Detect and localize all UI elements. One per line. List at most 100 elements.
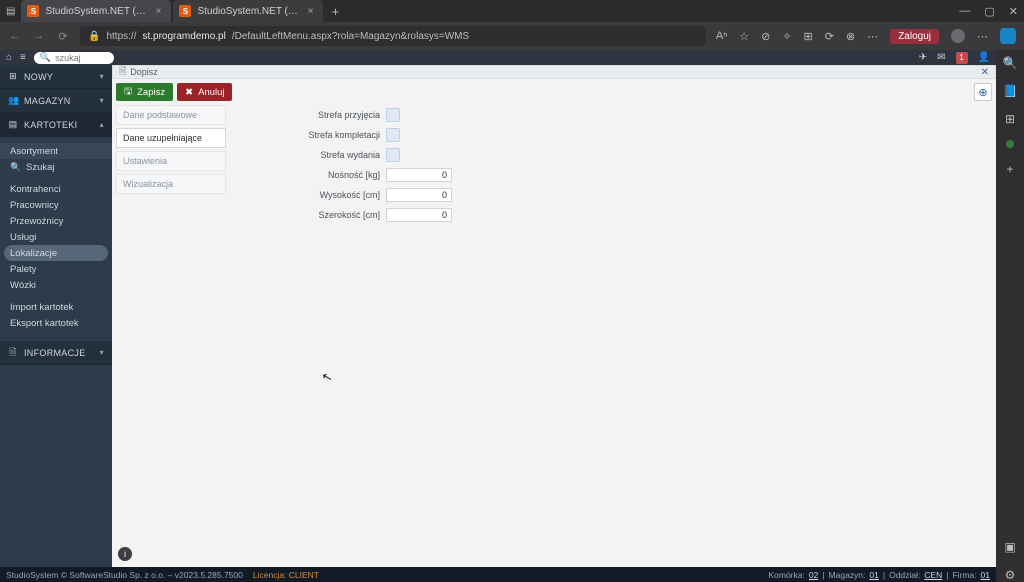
sidebar-item-kontrahenci[interactable]: Kontrahenci [0,181,112,197]
sidebar-item-wozki[interactable]: Wózki [0,277,112,293]
label-szerokosc: Szerokość [cm] [270,210,380,220]
user-icon[interactable]: 👤 [978,52,990,63]
menu-toggle-icon[interactable]: ≡ [20,52,26,63]
favorite-icon[interactable]: ☆ [739,30,749,43]
app-search[interactable]: 🔍 szukaj [34,52,114,64]
rail-settings-icon[interactable]: ⚙ [1005,568,1016,582]
label-strefa-wydania: Strefa wydania [270,150,380,160]
label-nosnosc: Nośność [kg] [270,170,380,180]
chevron-down-icon: ▾ [100,72,104,81]
doc-icon: 🗎 [8,345,18,361]
nav-back[interactable]: ← [8,30,22,42]
lock-icon: 🔒 [88,31,100,42]
search-placeholder: szukaj [55,53,81,63]
chevron-down-icon: ▾ [100,96,104,105]
section-label: INFORMACJE [24,348,86,358]
footer-copyright: StudioSystem © SoftwareStudio Sp. z o.o.… [6,570,243,580]
info-fab[interactable]: i [118,547,132,561]
url-bar[interactable]: 🔒 https://st.programdemo.pl/DefaultLeftM… [80,26,706,46]
sidebar-item-uslugi[interactable]: Usługi [0,229,112,245]
rail-plus-icon[interactable]: + [1006,162,1013,176]
search-icon: 🔍 [10,162,20,173]
browser-tab-1[interactable]: S StudioSystem.NET (c) SoftwareS... × [173,0,323,22]
checkbox-strefa-wydania[interactable] [386,148,400,162]
vtab-ustawienia[interactable]: Ustawienia [116,151,226,171]
sidebar-item-palety[interactable]: Palety [0,261,112,277]
sidebar: ⊞ NOWY ▾ 👥 MAGAZYN ▾ ▤ KARTOTEKI ▴ Asort… [0,65,112,567]
rail-icon[interactable]: ⊞ [1005,112,1015,126]
sidebar-section-informacje[interactable]: 🗎 INFORMACJE ▾ [0,341,112,365]
sidebar-section-nowy[interactable]: ⊞ NOWY ▾ [0,65,112,89]
save-label: Zapisz [137,87,165,98]
browser-toolbar: ← → ⟳ 🔒 https://st.programdemo.pl/Defaul… [0,22,1024,50]
read-aloud-icon[interactable]: Aⁿ [716,30,727,42]
extension-icon[interactable]: ⊗ [846,30,855,43]
mouse-cursor: ↖ [320,369,333,385]
label-wysokosc: Wysokość [cm] [270,190,380,200]
notification-badge[interactable]: 1 [956,52,968,64]
sidebar-item-asortyment[interactable]: Asortyment [0,143,112,159]
main-panel: 🗎 Dopisz ✕ 🖫 Zapisz ✖ Anuluj ⊕ Dane pods… [112,65,996,567]
rail-status-dot[interactable] [1006,140,1014,148]
rail-bottom-icon[interactable]: ▣ [1004,540,1015,554]
favorites-bar-icon[interactable]: ✧ [782,30,791,43]
plane-icon[interactable]: ✈ [919,52,927,63]
vtab-wizualizacja[interactable]: Wizualizacja [116,174,226,194]
profile-avatar[interactable] [951,29,965,43]
cards-icon: ▤ [8,119,18,130]
collections-icon[interactable]: ⊞ [804,30,813,43]
input-szerokosc[interactable] [386,208,452,222]
extension-icon-2[interactable]: ⋯ [867,30,878,43]
add-record-button[interactable]: ⊕ [974,83,992,101]
search-icon: 🔍 [40,52,51,63]
panel-close-icon[interactable]: ✕ [981,67,989,78]
people-icon: 👥 [8,95,18,106]
vtab-dane-uzupelniajace[interactable]: Dane uzupełniające [116,128,226,148]
mail-icon[interactable]: ✉ [937,52,945,63]
doc-icon: 🗎 [119,64,126,80]
more-icon[interactable]: ⋯ [977,30,988,43]
input-nosnosc[interactable] [386,168,452,182]
window-close[interactable]: ✕ [1009,5,1018,18]
vtab-dane-podstawowe[interactable]: Dane podstawowe [116,105,226,125]
close-icon[interactable]: × [308,6,314,17]
close-icon[interactable]: × [156,6,162,17]
cancel-icon: ✖ [185,87,193,98]
tab-favicon: S [179,5,191,17]
window-maximize[interactable]: ▢ [984,5,994,18]
browser-titlebar: ▤ S StudioSystem.NET (c) SoftwareS... × … [0,0,1024,22]
login-button[interactable]: Zaloguj [890,29,939,44]
input-wysokosc[interactable] [386,188,452,202]
history-icon[interactable]: ⟳ [825,30,834,43]
browser-tab-0[interactable]: S StudioSystem.NET (c) SoftwareS... × [21,0,171,22]
vertical-tabs: Dane podstawowe Dane uzupełniające Ustaw… [116,105,226,225]
new-tab-button[interactable]: + [325,4,345,19]
sidebar-item-szukaj[interactable]: 🔍Szukaj [0,159,112,175]
checkbox-strefa-przyjecia[interactable] [386,108,400,122]
home-icon[interactable]: ⌂ [6,52,12,63]
plus-icon: ⊞ [8,71,18,82]
bing-icon[interactable] [1000,28,1016,44]
label-strefa-kompletacji: Strefa kompletacji [270,130,380,140]
label-strefa-przyjecia: Strefa przyjęcia [270,110,380,120]
url-host: st.programdemo.pl [142,31,225,42]
sidebar-item-pracownicy[interactable]: Pracownicy [0,197,112,213]
nav-reload[interactable]: ⟳ [56,30,70,43]
save-icon: 🖫 [124,84,132,100]
save-button[interactable]: 🖫 Zapisz [116,83,173,101]
cancel-button[interactable]: ✖ Anuluj [177,83,232,101]
app-menu-icon[interactable]: ▤ [6,6,15,17]
checkbox-strefa-kompletacji[interactable] [386,128,400,142]
sidebar-section-kartoteki[interactable]: ▤ KARTOTEKI ▴ [0,113,112,137]
sidebar-section-magazyn[interactable]: 👥 MAGAZYN ▾ [0,89,112,113]
sidebar-item-import[interactable]: Import kartotek [0,299,112,315]
rail-icon[interactable]: 📘 [1003,84,1018,98]
toolbar-icon[interactable]: ⊘ [761,30,770,43]
sidebar-item-lokalizacje[interactable]: Lokalizacje [4,245,108,261]
window-minimize[interactable]: — [959,5,970,18]
chevron-up-icon: ▴ [100,120,104,129]
sidebar-item-eksport[interactable]: Eksport kartotek [0,315,112,331]
rail-search-icon[interactable]: 🔍 [1003,56,1018,70]
sidebar-item-przewoznicy[interactable]: Przewoźnicy [0,213,112,229]
toolbar-icons: Aⁿ ☆ ⊘ ✧ ⊞ ⟳ ⊗ ⋯ Zaloguj ⋯ [716,28,1016,44]
